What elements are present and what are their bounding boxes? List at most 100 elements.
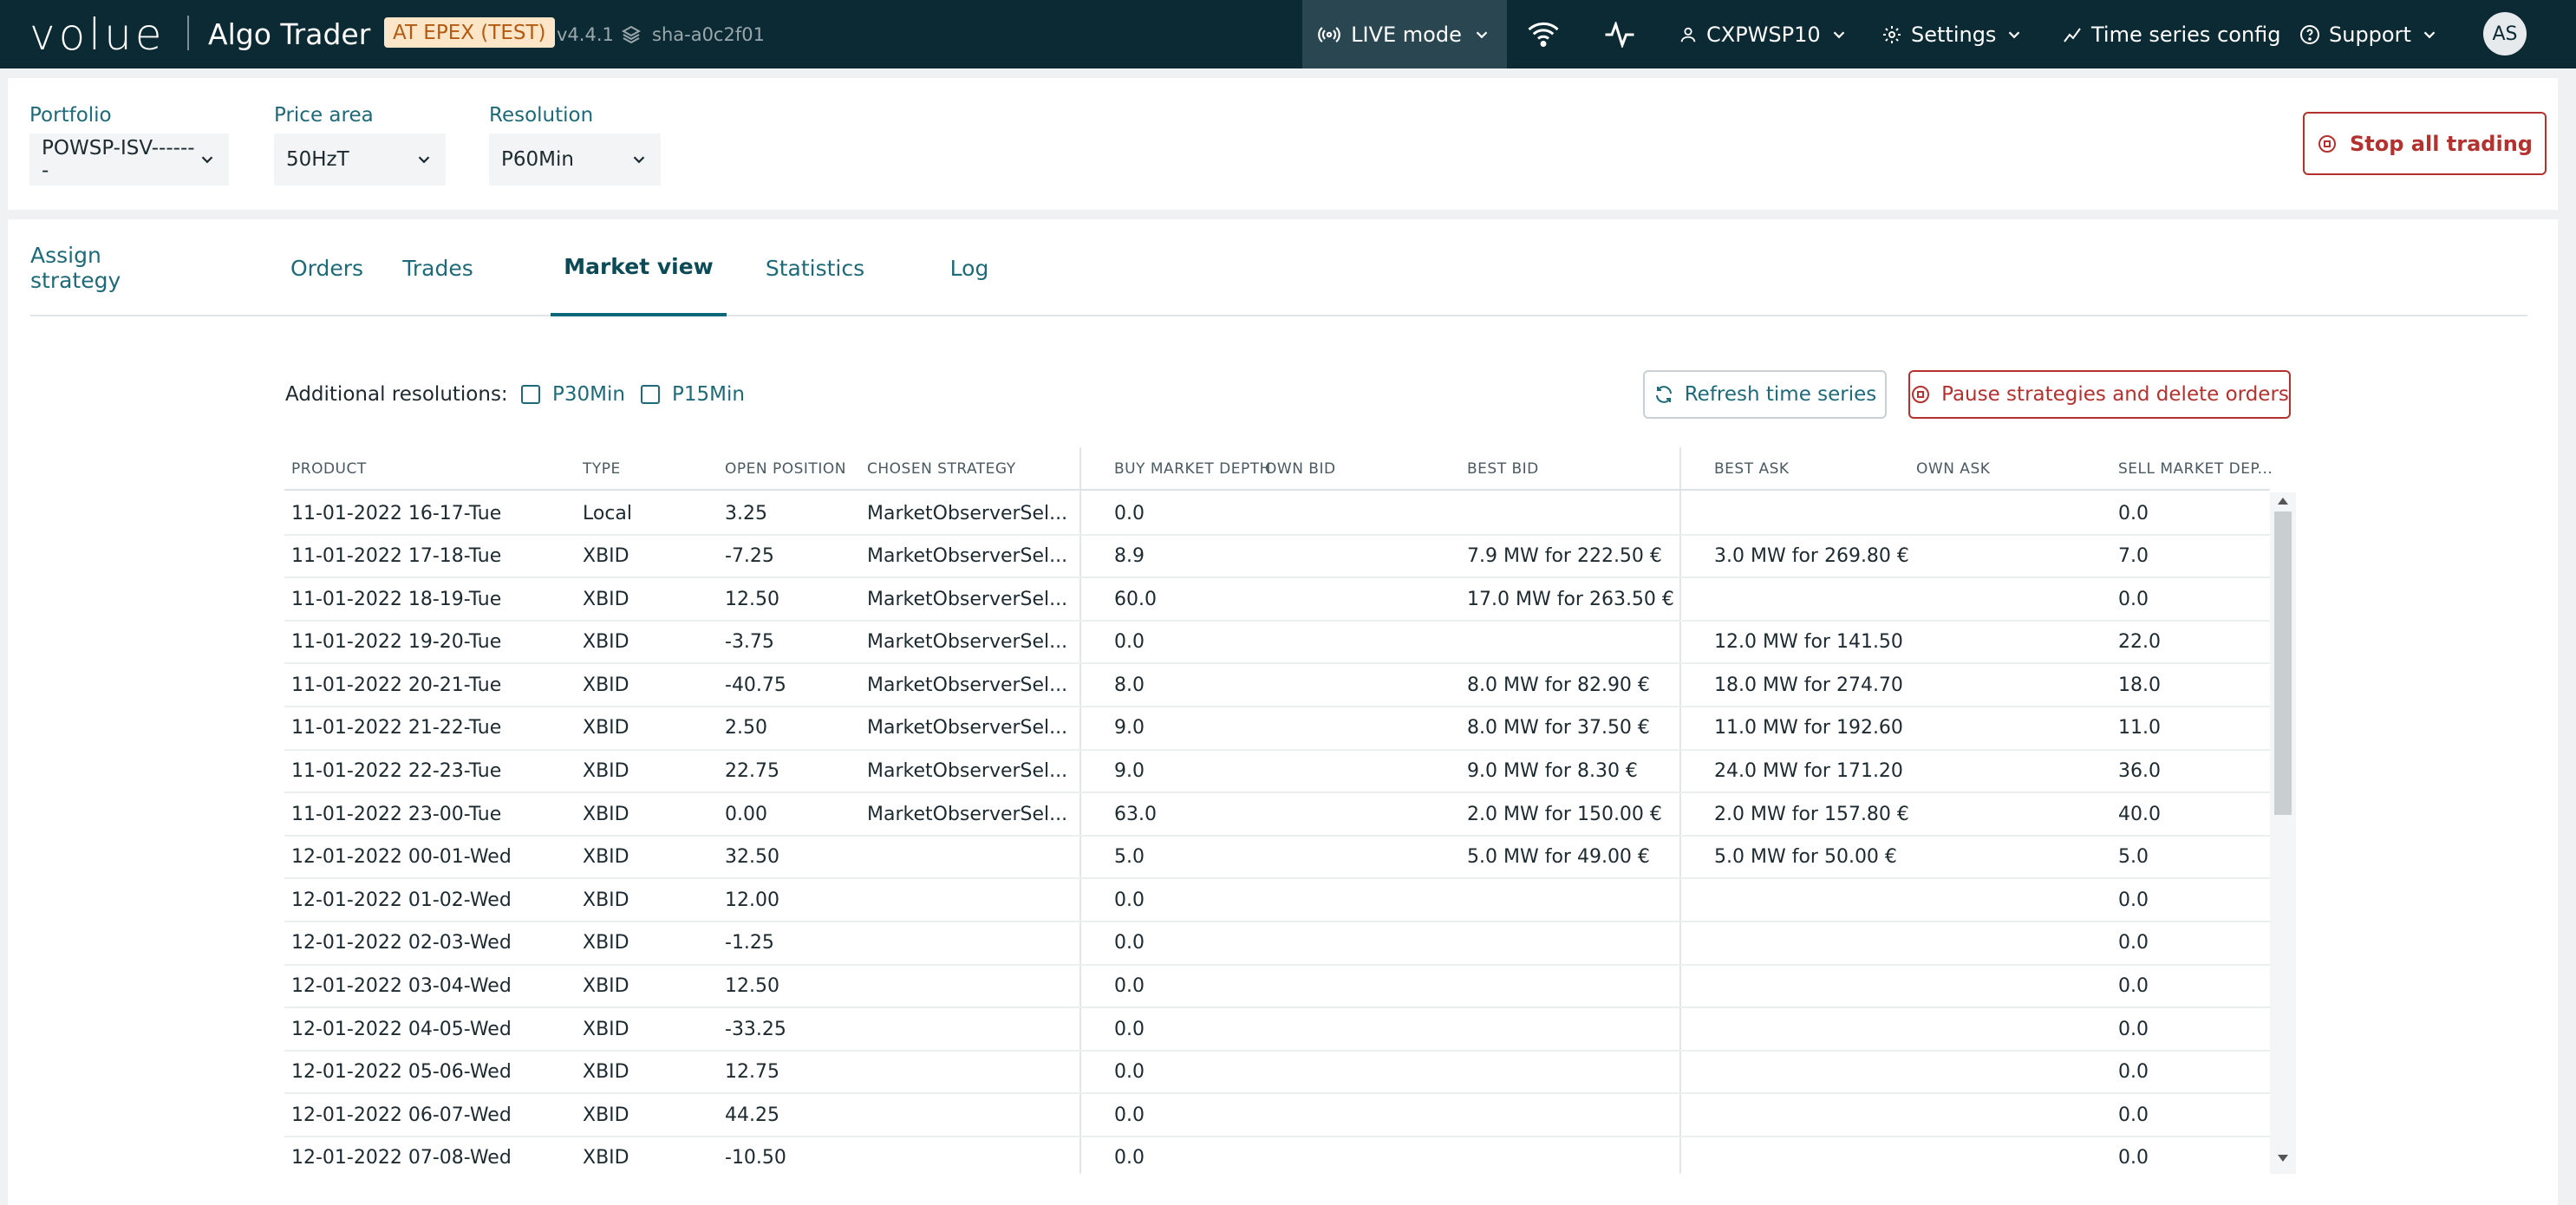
cell-open-position: 3.25 [725, 502, 767, 524]
cell-best-bid: 8.0 MW for 82.90 € [1467, 674, 1650, 696]
col-buy-market-depth[interactable]: BUY MARKET DEPTH [1114, 447, 1271, 491]
cell-own-bid [1265, 492, 1460, 534]
market-view-table: PRODUCT TYPE OPEN POSITION CHOSEN STRATE… [284, 447, 2296, 1174]
pause-strategies-button[interactable]: Pause strategies and delete orders [1908, 370, 2291, 419]
cell-sell-market-depth: 0.0 [2118, 932, 2149, 954]
table-row[interactable]: 12-01-2022 05-06-Wed XBID 12.75 0.0 0.0 [284, 1052, 2270, 1095]
volue-logo[interactable]: volue [29, 0, 166, 68]
cell-product: 11-01-2022 20-21-Tue [291, 674, 502, 696]
tab-statistics[interactable]: Statistics [766, 219, 864, 316]
tab-assign-strategy[interactable]: Assign strategy [30, 219, 164, 316]
stop-all-trading-button[interactable]: Stop all trading [2303, 112, 2547, 175]
cell-type: XBID [583, 717, 629, 739]
col-best-ask[interactable]: BEST ASK [1714, 447, 1790, 491]
table-row[interactable]: 12-01-2022 00-01-Wed XBID 32.50 5.0 5.0 MW f… [284, 837, 2270, 880]
cell-best-bid [1467, 1094, 1675, 1136]
table-row[interactable]: 11-01-2022 23-00-Tue XBID 0.00 MarketObserv… [284, 793, 2270, 837]
live-mode-dropdown[interactable]: LIVE mode [1302, 0, 1507, 68]
scroll-down-icon[interactable] [2277, 1153, 2289, 1163]
cell-best-bid [1467, 1008, 1675, 1050]
cell-chosen-strategy: MarketObserverSel... [867, 760, 1068, 783]
scroll-thumb[interactable] [2274, 511, 2292, 815]
table-row[interactable]: 11-01-2022 20-21-Tue XBID -40.75 MarketObse… [284, 664, 2270, 707]
table-row[interactable]: 11-01-2022 21-22-Tue XBID 2.50 MarketObserv… [284, 707, 2270, 751]
cell-best-bid: 2.0 MW for 150.00 € [1467, 803, 1662, 825]
cell-own-ask [1916, 536, 2111, 577]
cell-chosen-strategy: MarketObserverSel... [867, 502, 1068, 524]
cell-best-bid [1467, 492, 1675, 534]
cell-own-ask [1916, 837, 2111, 878]
table-row[interactable]: 12-01-2022 06-07-Wed XBID 44.25 0.0 0.0 [284, 1094, 2270, 1137]
chevron-down-icon [629, 150, 649, 169]
table-row[interactable]: 11-01-2022 19-20-Tue XBID -3.75 MarketObser… [284, 622, 2270, 665]
cell-open-position: -7.25 [725, 545, 774, 568]
avatar[interactable]: AS [2483, 12, 2527, 55]
cell-chosen-strategy [867, 1137, 1075, 1174]
cell-own-ask [1916, 1008, 2111, 1050]
layers-icon [621, 0, 642, 68]
col-open-position[interactable]: OPEN POSITION [725, 447, 846, 491]
stop-circle-icon [2317, 134, 2338, 154]
cell-best-ask: 3.0 MW for 269.80 € [1714, 545, 1909, 568]
checkbox-box[interactable] [521, 385, 540, 404]
cell-buy-market-depth: 5.0 [1114, 846, 1145, 869]
price-area-dropdown[interactable]: 50HzT [274, 134, 446, 186]
resolution-dropdown[interactable]: P60Min [489, 134, 661, 186]
tab-bar: Assign strategy Orders Trades Market vie… [30, 219, 2527, 316]
cell-type: XBID [583, 889, 629, 911]
checkbox-p15min[interactable]: P15Min [641, 383, 745, 406]
cell-buy-market-depth: 60.0 [1114, 588, 1157, 610]
cell-sell-market-depth: 0.0 [2118, 502, 2149, 524]
user-menu[interactable]: CXPWSP10 [1679, 0, 1849, 68]
cell-best-bid [1467, 966, 1675, 1007]
wifi-icon[interactable] [1528, 0, 1559, 68]
tab-market-view[interactable]: Market view [551, 219, 727, 316]
checkbox-p30min[interactable]: P30Min [521, 383, 625, 406]
cell-type: XBID [583, 1104, 629, 1126]
col-own-ask[interactable]: OWN ASK [1916, 447, 1990, 491]
cell-product: 12-01-2022 00-01-Wed [291, 846, 512, 869]
cell-own-ask [1916, 664, 2111, 706]
tab-orders[interactable]: Orders [290, 219, 363, 316]
table-row[interactable]: 12-01-2022 04-05-Wed XBID -33.25 0.0 0.0 [284, 1008, 2270, 1052]
cell-own-ask [1916, 707, 2111, 749]
resolution-value: P60Min [501, 148, 574, 171]
col-best-bid[interactable]: BEST BID [1467, 447, 1539, 491]
cell-sell-market-depth: 18.0 [2118, 674, 2161, 696]
cell-own-ask [1916, 922, 2111, 964]
col-product[interactable]: PRODUCT [291, 447, 367, 491]
table-scrollbar[interactable] [2270, 492, 2296, 1174]
col-sell-market-depth[interactable]: SELL MARKET DEP... [2118, 447, 2273, 491]
support-menu[interactable]: Support [2299, 0, 2439, 68]
table-row[interactable]: 12-01-2022 07-08-Wed XBID -10.50 0.0 0.0 [284, 1137, 2270, 1174]
table-row[interactable]: 11-01-2022 17-18-Tue XBID -7.25 MarketObser… [284, 536, 2270, 579]
time-series-config-link[interactable]: Time series config [2062, 0, 2281, 68]
portfolio-dropdown[interactable]: POWSP-ISV------- [29, 134, 229, 186]
refresh-icon [1653, 384, 1674, 405]
settings-menu[interactable]: Settings [1881, 0, 2024, 68]
cell-buy-market-depth: 8.9 [1114, 545, 1145, 568]
chevron-down-icon [2420, 25, 2439, 44]
col-chosen-strategy[interactable]: CHOSEN STRATEGY [867, 447, 1016, 491]
col-own-bid[interactable]: OWN BID [1265, 447, 1336, 491]
checkbox-box[interactable] [641, 385, 660, 404]
col-type[interactable]: TYPE [583, 447, 621, 491]
cell-sell-market-depth: 0.0 [2118, 1147, 2149, 1169]
table-row[interactable]: 12-01-2022 01-02-Wed XBID 12.00 0.0 0.0 [284, 879, 2270, 922]
table-row[interactable]: 11-01-2022 18-19-Tue XBID 12.50 MarketObser… [284, 578, 2270, 622]
table-row[interactable]: 11-01-2022 22-23-Tue XBID 22.75 MarketObser… [284, 751, 2270, 794]
refresh-time-series-button[interactable]: Refresh time series [1643, 370, 1887, 419]
main-panel: Assign strategy Orders Trades Market vie… [8, 219, 2558, 1205]
table-row[interactable]: 12-01-2022 02-03-Wed XBID -1.25 0.0 0.0 [284, 922, 2270, 966]
tab-log[interactable]: Log [948, 219, 991, 316]
cell-sell-market-depth: 0.0 [2118, 889, 2149, 911]
cell-product: 11-01-2022 17-18-Tue [291, 545, 502, 568]
tab-trades[interactable]: Trades [402, 219, 473, 316]
cell-product: 11-01-2022 18-19-Tue [291, 588, 502, 610]
scroll-up-icon[interactable] [2277, 496, 2289, 506]
cell-best-bid [1467, 879, 1675, 921]
table-row[interactable]: 11-01-2022 16-17-Tue Local 3.25 MarketObser… [284, 492, 2270, 536]
activity-icon[interactable] [1604, 0, 1635, 68]
table-row[interactable]: 12-01-2022 03-04-Wed XBID 12.50 0.0 0.0 [284, 966, 2270, 1009]
chevron-down-icon [2005, 25, 2024, 44]
